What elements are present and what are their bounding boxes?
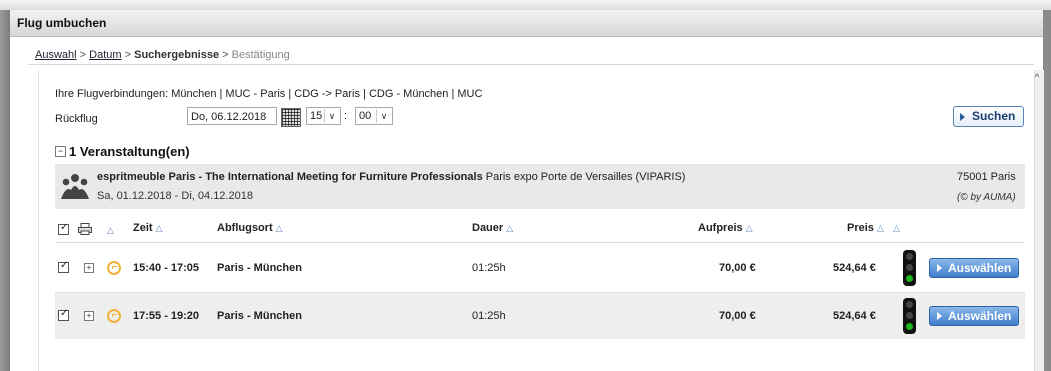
column-header-departure[interactable]: Abflugsort △ <box>217 222 283 234</box>
header-departure-label: Abflugsort <box>217 222 273 234</box>
vertical-scrollbar[interactable] <box>1034 70 1044 371</box>
chevron-down-icon: ∨ <box>376 109 391 123</box>
row-route: Paris - München <box>217 262 302 274</box>
header-surcharge-label: Aufpreis <box>698 222 743 234</box>
minute-select[interactable]: 00 ∨ <box>355 107 393 125</box>
row-surcharge: 70,00 € <box>719 262 756 274</box>
hour-value: 15 <box>310 110 323 122</box>
sort-up-icon: △ <box>745 223 753 233</box>
play-arrow-icon <box>937 312 942 320</box>
scroll-up-icon[interactable]: ^ <box>1035 72 1039 82</box>
search-button[interactable]: Suchen <box>953 106 1024 127</box>
row-duration: 01:25h <box>472 262 506 274</box>
printer-icon[interactable] <box>78 223 92 235</box>
event-venue: Paris expo Porte de Versailles (VIPARIS) <box>485 171 686 183</box>
header-price-label: Preis <box>847 222 874 234</box>
time-separator: : <box>344 110 348 122</box>
flight-connections-text: Ihre Flugverbindungen: München | MUC - P… <box>55 88 483 100</box>
breadcrumb-auswahl[interactable]: Auswahl <box>35 49 77 61</box>
breadcrumb-divider <box>28 64 1034 65</box>
breadcrumb-separator: > <box>124 49 132 61</box>
breadcrumb-bestaetigung: Bestätigung <box>231 49 290 61</box>
window-top-strip <box>0 0 1051 10</box>
minute-value: 00 <box>359 110 372 122</box>
breadcrumb: Auswahl > Datum > Suchergebnisse > Bestä… <box>35 49 290 61</box>
row-price: 524,64 € <box>833 310 876 322</box>
breadcrumb-suchergebnisse: Suchergebnisse <box>134 49 220 61</box>
sort-up-icon: △ <box>892 223 900 233</box>
select-flight-button[interactable]: Auswählen <box>929 306 1019 326</box>
availability-traffic-light-icon <box>903 250 916 286</box>
column-header-duration[interactable]: Dauer △ <box>472 222 513 234</box>
clock-icon <box>107 309 121 323</box>
sort-up-icon: △ <box>506 223 514 233</box>
breadcrumb-datum[interactable]: Datum <box>89 49 121 61</box>
select-button-label: Auswählen <box>948 261 1012 275</box>
hour-select[interactable]: 15 ∨ <box>306 107 341 125</box>
row-surcharge: 70,00 € <box>719 310 756 322</box>
column-header-price[interactable]: Preis △ △ <box>847 222 900 234</box>
events-heading: 1 Veranstaltung(en) <box>69 144 190 159</box>
event-name: espritmeuble Paris - The International M… <box>97 171 483 183</box>
dialog-title-bar <box>10 10 1043 37</box>
table-row <box>55 293 1025 339</box>
breadcrumb-separator: > <box>79 49 87 61</box>
return-flight-label: Rückflug <box>55 113 98 125</box>
window-left-border <box>0 10 10 371</box>
search-button-label: Suchen <box>972 109 1016 123</box>
row-checkbox[interactable] <box>58 260 69 273</box>
play-arrow-icon <box>960 113 965 121</box>
header-divider <box>55 242 1025 243</box>
row-time: 17:55 - 19:20 <box>133 310 200 322</box>
availability-traffic-light-icon <box>903 298 916 334</box>
expand-plus-icon[interactable]: + <box>84 311 94 321</box>
event-source: (© by AUMA) <box>957 192 1016 203</box>
row-checkbox[interactable] <box>58 308 69 321</box>
clock-icon <box>107 261 121 275</box>
row-time: 15:40 - 17:05 <box>133 262 200 274</box>
select-all-checkbox[interactable] <box>58 222 69 235</box>
select-flight-button[interactable]: Auswählen <box>929 258 1019 278</box>
row-route: Paris - München <box>217 310 302 322</box>
sort-up-icon: △ <box>155 223 163 233</box>
dialog-title: Flug umbuchen <box>17 16 107 30</box>
sort-up-icon[interactable]: △ <box>107 225 114 236</box>
breadcrumb-separator: > <box>222 49 229 61</box>
header-time-label: Zeit <box>133 222 153 234</box>
sort-up-icon: △ <box>275 223 283 233</box>
column-header-time[interactable]: Zeit △ <box>133 222 163 234</box>
chevron-down-icon: ∨ <box>324 109 339 123</box>
event-dates: Sa, 01.12.2018 - Di, 04.12.2018 <box>97 190 253 202</box>
play-arrow-icon <box>937 264 942 272</box>
column-header-surcharge[interactable]: Aufpreis △ <box>698 222 753 234</box>
calendar-icon[interactable] <box>281 108 301 127</box>
expand-plus-icon[interactable]: + <box>84 263 94 273</box>
event-title-line: espritmeuble Paris - The International M… <box>97 171 685 183</box>
header-duration-label: Dauer <box>472 222 504 234</box>
sort-up-icon: △ <box>876 223 884 233</box>
window-right-border <box>1043 10 1051 371</box>
row-price: 524,64 € <box>833 262 876 274</box>
row-duration: 01:25h <box>472 310 506 322</box>
event-city: 75001 Paris <box>957 171 1016 183</box>
return-date-field[interactable]: Do, 06.12.2018 <box>187 107 277 125</box>
collapse-icon[interactable]: − <box>55 146 66 157</box>
select-button-label: Auswählen <box>948 309 1012 323</box>
group-people-icon <box>61 174 89 199</box>
